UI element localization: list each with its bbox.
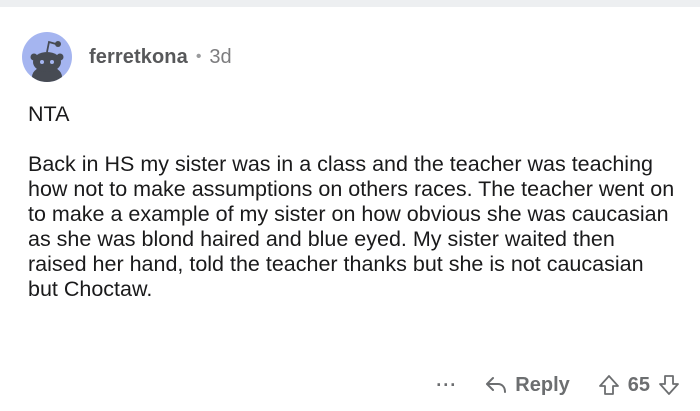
comment-meta: ferretkona • 3d <box>89 46 232 69</box>
comment-paragraph: Back in HS my sister was in a class and … <box>28 152 675 301</box>
comment-age[interactable]: 3d <box>209 46 231 69</box>
more-options-button[interactable]: ··· <box>436 376 457 394</box>
snoo-avatar-icon[interactable] <box>22 32 72 82</box>
meta-separator: • <box>195 48 202 65</box>
downvote-arrow-icon[interactable] <box>658 374 680 396</box>
comment-body: NTA Back in HS my sister was in a class … <box>28 102 678 302</box>
username-link[interactable]: ferretkona <box>89 46 188 69</box>
top-divider <box>0 0 700 7</box>
comment-actions: ··· Reply 65 <box>436 371 680 399</box>
upvote-arrow-icon[interactable] <box>598 374 620 396</box>
comment-card: ferretkona • 3d NTA Back in HS my sister… <box>0 7 700 411</box>
reply-arrow-icon <box>486 377 507 393</box>
reply-button[interactable]: Reply <box>485 373 570 397</box>
comment-header: ferretkona • 3d <box>22 29 232 85</box>
vote-controls: 65 <box>598 374 680 397</box>
comment-verdict: NTA <box>28 102 70 126</box>
vote-count: 65 <box>627 373 650 396</box>
reply-label: Reply <box>515 373 570 396</box>
